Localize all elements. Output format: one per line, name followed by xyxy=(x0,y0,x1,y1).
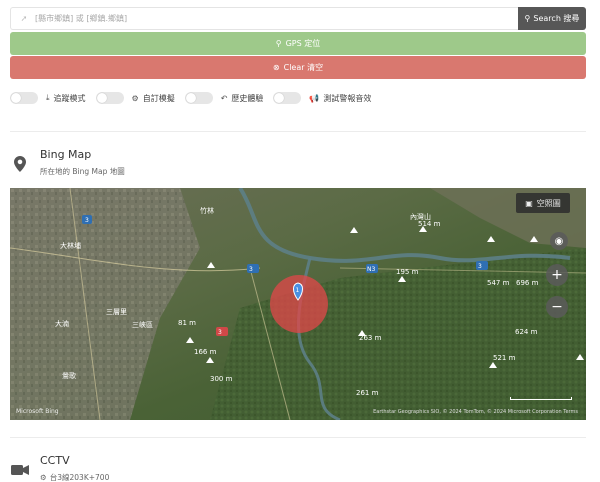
cctv-header: CCTV ⚙ 台3線203K+700 xyxy=(10,454,109,482)
times-circle-icon: ⊗ xyxy=(272,63,280,72)
image-icon: ▣ xyxy=(525,198,533,208)
map-label-elevation: 624 m xyxy=(515,328,538,336)
cctv-subtitle: 台3線203K+700 xyxy=(49,473,110,482)
alarm-switch[interactable] xyxy=(273,92,302,104)
svg-text:1: 1 xyxy=(296,287,300,294)
svg-text:3: 3 xyxy=(85,217,89,224)
bullhorn-icon: 📢 xyxy=(309,93,320,103)
bing-map-title: Bing Map xyxy=(40,148,92,161)
alarm-label: 測試警報音效 xyxy=(323,93,372,103)
map-label-elevation: 547 m xyxy=(487,279,510,287)
locate-me-button[interactable]: ◉ xyxy=(550,232,568,250)
bing-logo: Microsoft Bing xyxy=(16,408,59,415)
search-button[interactable]: ⚲ Search 搜尋 xyxy=(518,7,586,30)
search-row: ➚ ⚲ Search 搜尋 xyxy=(10,7,586,30)
zoom-in-button[interactable]: + xyxy=(546,264,568,286)
map-label-elevation: 261 m xyxy=(356,389,379,397)
map-label-elevation: 300 m xyxy=(210,375,233,383)
cctv-title: CCTV xyxy=(40,454,70,467)
map-scale-bar xyxy=(510,392,572,400)
tracking-switch[interactable] xyxy=(10,92,38,104)
search-icon: ⚲ xyxy=(524,14,531,23)
map-label-elevation: 195 m xyxy=(396,268,419,276)
map-label-town: 三峽區 xyxy=(132,320,153,329)
history-icon: ↶ xyxy=(220,93,228,103)
plus-icon: + xyxy=(551,267,563,283)
toggle-custom: ⚙ 自訂模擬 xyxy=(95,92,175,104)
cogs-icon: ⚙ xyxy=(131,93,139,103)
map-label-elevation: 514 m xyxy=(418,220,441,228)
toggle-tracking: ⤓ 追蹤模式 xyxy=(10,92,86,104)
search-button-label: Search 搜尋 xyxy=(533,14,580,23)
bing-map-subtitle: 所在地的 Bing Map 地圖 xyxy=(40,167,125,176)
custom-label: 自訂模擬 xyxy=(142,93,175,103)
map-imagery: 內灣山 514 m 195 m 547 m 696 m 624 m 521 m … xyxy=(10,188,586,420)
gps-button-label: GPS 定位 xyxy=(285,39,321,48)
toggle-history: ↶ 歷史體驗 xyxy=(184,92,264,104)
cctv-subtitle-row: ⚙ 台3線203K+700 xyxy=(40,472,109,482)
download-icon: ⤓ xyxy=(46,93,50,102)
map-copyright: Earthstar Geographics SIO, © 2024 TomTom… xyxy=(373,409,578,415)
map-label-elevation: 521 m xyxy=(493,354,516,362)
map-label-town: 大湳 xyxy=(55,319,69,328)
minus-icon: − xyxy=(551,299,563,315)
history-switch[interactable] xyxy=(184,92,213,104)
clear-button-label: Clear 清空 xyxy=(283,63,324,72)
search-box: ➚ xyxy=(10,7,518,30)
svg-text:3: 3 xyxy=(218,329,222,336)
search-input[interactable] xyxy=(35,14,495,23)
map-label-elevation: 263 m xyxy=(359,334,382,342)
bing-map-header: Bing Map 所在地的 Bing Map 地圖 xyxy=(10,148,125,177)
map-label-town: 鶯歌 xyxy=(62,371,76,380)
map-pin-icon xyxy=(10,154,30,174)
crosshair-icon: ◉ xyxy=(554,235,564,247)
location-arrow-icon: ➚ xyxy=(20,14,28,23)
map-label-town: 大林埔 xyxy=(60,241,81,250)
clear-button[interactable]: ⊗ Clear 清空 xyxy=(10,56,586,79)
custom-switch[interactable] xyxy=(95,92,124,104)
map-style-button[interactable]: ▣ 空照圖 xyxy=(516,193,570,213)
svg-text:N3: N3 xyxy=(367,266,375,273)
zoom-out-button[interactable]: − xyxy=(546,296,568,318)
toggle-row: ⤓ 追蹤模式 ⚙ 自訂模擬 ↶ 歷史體驗 📢 測試警報音效 xyxy=(10,91,381,105)
map-label-elevation: 81 m xyxy=(178,319,196,327)
map-marker-icon: ⚲ xyxy=(275,39,282,48)
map-style-label: 空照圖 xyxy=(536,198,561,208)
map-label-town: 竹林 xyxy=(200,206,214,215)
svg-text:3: 3 xyxy=(478,263,482,270)
divider xyxy=(10,131,586,132)
gear-icon: ⚙ xyxy=(40,473,47,482)
divider xyxy=(10,437,586,438)
toggle-alarm: 📢 測試警報音效 xyxy=(273,92,371,104)
svg-text:3: 3 xyxy=(249,266,253,273)
map-label-town: 三層里 xyxy=(106,308,127,316)
gps-button[interactable]: ⚲ GPS 定位 xyxy=(10,32,586,55)
tracking-label: 追蹤模式 xyxy=(53,93,86,103)
history-label: 歷史體驗 xyxy=(231,93,264,103)
map-label-elevation: 166 m xyxy=(194,348,217,356)
map-label-elevation: 696 m xyxy=(516,279,539,287)
video-camera-icon xyxy=(10,460,30,480)
bing-map[interactable]: 內灣山 514 m 195 m 547 m 696 m 624 m 521 m … xyxy=(10,188,586,420)
